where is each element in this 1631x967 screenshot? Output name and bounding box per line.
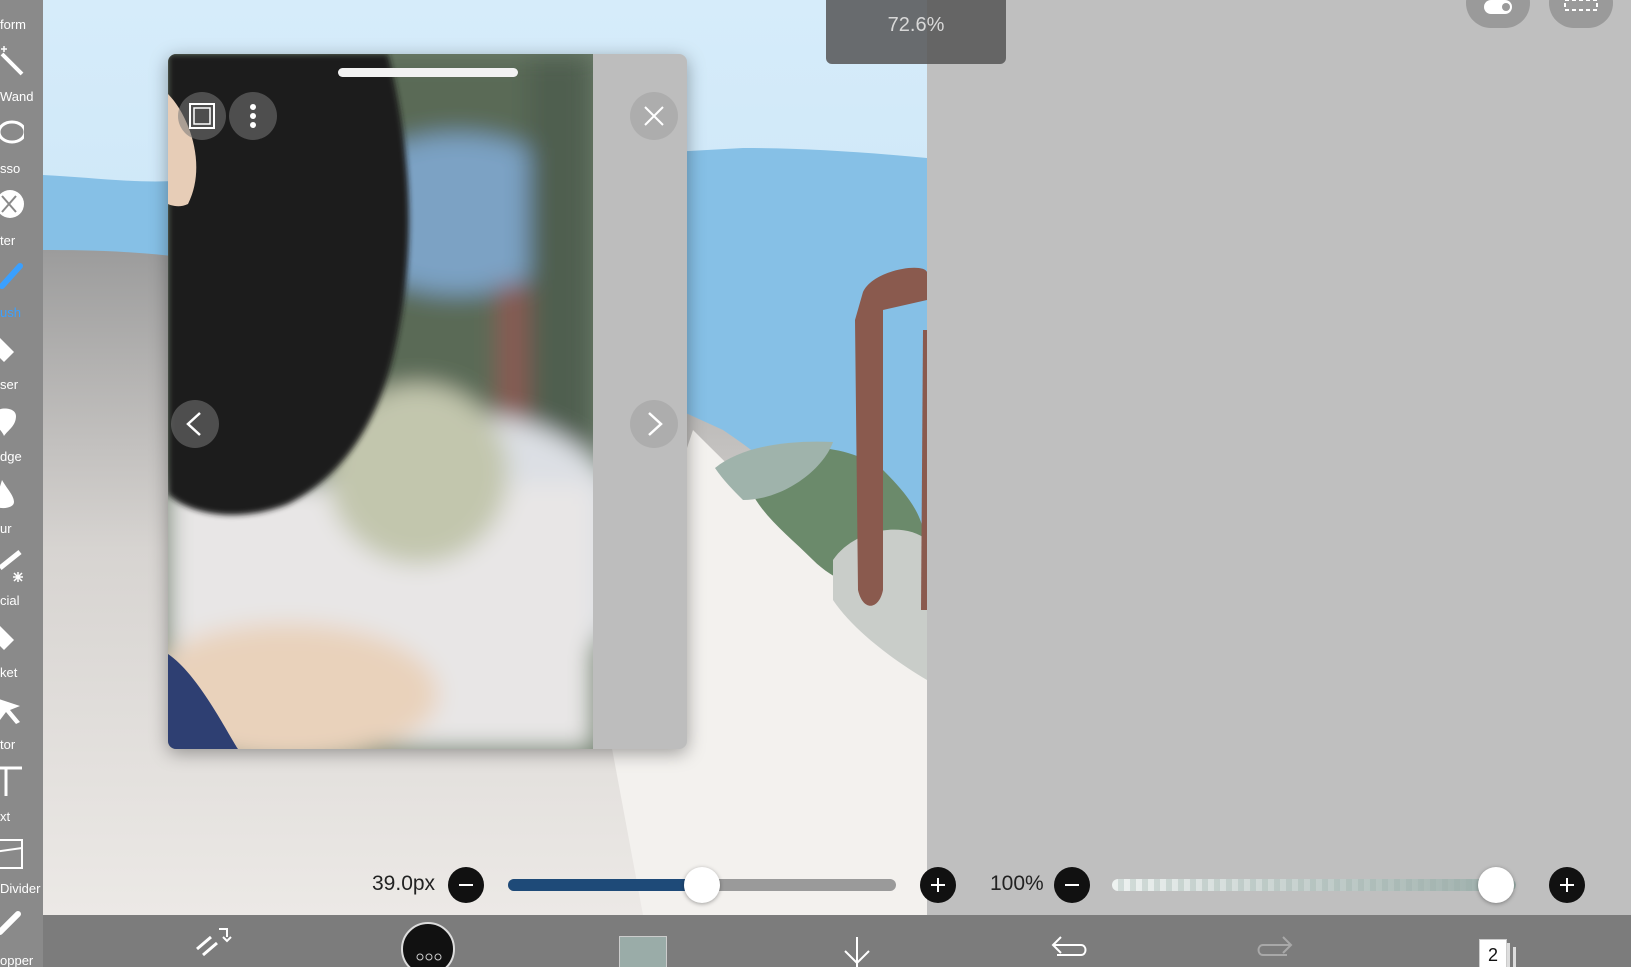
tool-label: form bbox=[0, 17, 26, 32]
opacity-value: 100% bbox=[990, 872, 1044, 895]
tool-label: cial bbox=[0, 593, 20, 608]
tool-label: ur bbox=[0, 521, 12, 536]
fullscreen-icon[interactable] bbox=[1549, 0, 1613, 28]
undo-icon[interactable] bbox=[1037, 915, 1097, 967]
brush-settings-bar: 39.0px 100% bbox=[0, 860, 1631, 910]
layers-icon-back2 bbox=[1513, 947, 1516, 967]
reference-photo bbox=[168, 54, 593, 749]
brush-size-decrease-button[interactable] bbox=[448, 867, 484, 903]
color-swatch[interactable] bbox=[617, 915, 667, 967]
close-icon[interactable] bbox=[630, 92, 678, 140]
next-image-icon[interactable] bbox=[630, 400, 678, 448]
bottom-toolbar: 2 bbox=[43, 915, 1631, 967]
tool-label: ser bbox=[0, 377, 19, 392]
tool-eraser[interactable]: ser bbox=[0, 326, 43, 398]
zoom-level-indicator: 72.6% bbox=[826, 0, 1006, 64]
tool-label: ket bbox=[0, 665, 18, 680]
tool-magic-wand[interactable]: Wand bbox=[0, 38, 43, 110]
reference-window[interactable] bbox=[168, 54, 687, 749]
magic-wand-icon bbox=[0, 46, 24, 76]
brush-icon bbox=[0, 263, 23, 289]
smudge-icon bbox=[0, 408, 16, 436]
tool-label: tor bbox=[0, 737, 16, 752]
download-icon[interactable] bbox=[827, 915, 887, 967]
layers-button[interactable]: 2 bbox=[1467, 915, 1527, 967]
transform-icon bbox=[0, 0, 24, 6]
tool-special[interactable]: cial bbox=[0, 542, 43, 614]
app-screen: 72.6% 39.0px 100% 2 form Wand sso ter us… bbox=[0, 0, 1631, 967]
opacity-increase-button[interactable] bbox=[1549, 867, 1585, 903]
more-options-icon[interactable] bbox=[229, 92, 277, 140]
tool-filter[interactable]: ter bbox=[0, 182, 43, 254]
canvas-outside-area bbox=[927, 0, 1631, 915]
eraser-icon bbox=[0, 338, 14, 362]
layers-icon-back bbox=[1507, 943, 1510, 967]
crop-icon[interactable] bbox=[178, 92, 226, 140]
opacity-decrease-button[interactable] bbox=[1054, 867, 1090, 903]
tool-label: opper bbox=[0, 953, 34, 967]
brush-size-increase-button[interactable] bbox=[920, 867, 956, 903]
blur-icon bbox=[0, 480, 14, 509]
tool-text[interactable]: xt bbox=[0, 758, 43, 830]
tool-blur[interactable]: ur bbox=[0, 470, 43, 542]
tool-sidebar: form Wand sso ter ush ser dge ur cial ket tor xt Div… bbox=[0, 0, 43, 967]
tool-transform[interactable]: form bbox=[0, 0, 43, 38]
tool-label: xt bbox=[0, 809, 11, 824]
toggle-icon[interactable] bbox=[1466, 0, 1530, 28]
brush-preview-icon[interactable] bbox=[398, 915, 458, 967]
tool-label: Wand bbox=[0, 89, 34, 104]
redo-icon[interactable] bbox=[1247, 915, 1307, 967]
text-icon bbox=[0, 766, 22, 796]
opacity-slider-thumb[interactable] bbox=[1478, 867, 1514, 903]
tool-smudge[interactable]: dge bbox=[0, 398, 43, 470]
special-icon bbox=[0, 550, 23, 582]
quick-tools-icon[interactable] bbox=[183, 915, 243, 967]
tool-lasso[interactable]: sso bbox=[0, 110, 43, 182]
tool-label: dge bbox=[0, 449, 22, 464]
tool-vector[interactable]: tor bbox=[0, 686, 43, 758]
eyedropper-icon bbox=[0, 911, 21, 935]
filter-icon bbox=[0, 190, 24, 218]
tool-label: ter bbox=[0, 233, 16, 248]
layers-count: 2 bbox=[1487, 945, 1498, 965]
bucket-icon bbox=[0, 626, 14, 650]
brush-size-slider-thumb[interactable] bbox=[684, 867, 720, 903]
tool-eyedropper[interactable]: opper bbox=[0, 902, 43, 967]
tool-brush[interactable]: ush bbox=[0, 254, 43, 326]
tool-label: sso bbox=[0, 161, 21, 176]
lasso-icon bbox=[0, 120, 24, 144]
brush-size-value: 39.0px bbox=[372, 872, 436, 895]
drag-handle[interactable] bbox=[338, 68, 518, 77]
tool-bucket[interactable]: ket bbox=[0, 614, 43, 686]
previous-image-icon[interactable] bbox=[171, 400, 219, 448]
vector-icon bbox=[0, 699, 20, 724]
opacity-slider[interactable] bbox=[1112, 867, 1516, 903]
brush-size-slider[interactable] bbox=[508, 867, 896, 903]
tool-label: ush bbox=[0, 305, 21, 320]
